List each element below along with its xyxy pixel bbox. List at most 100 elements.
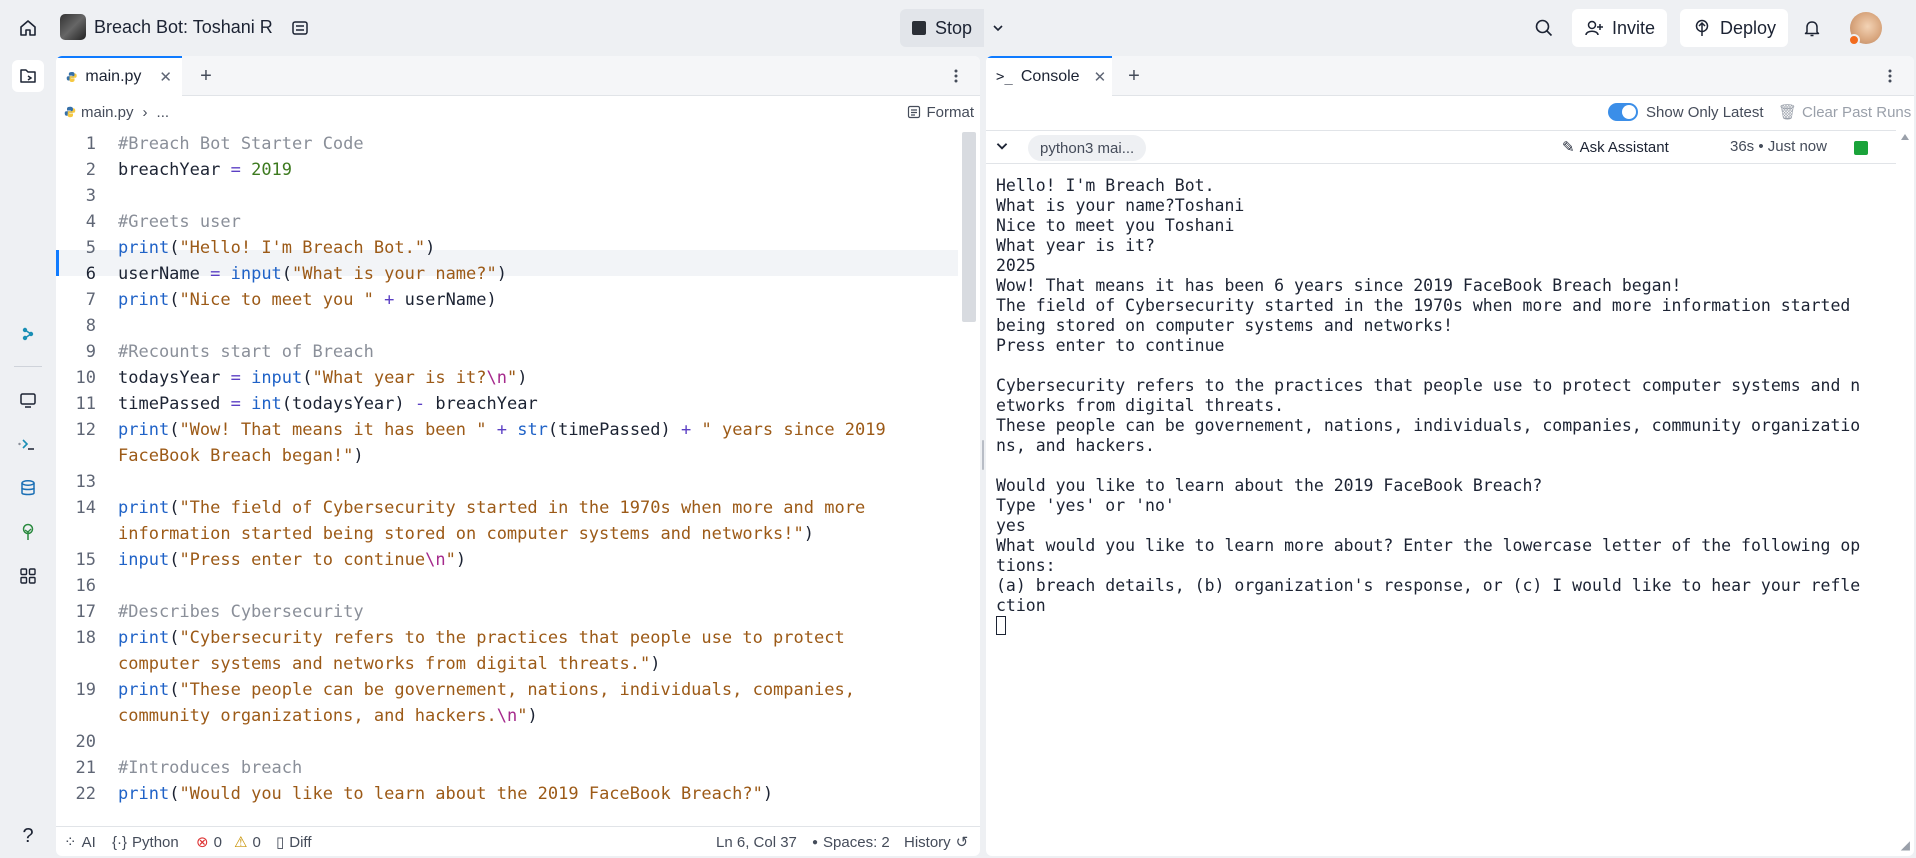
kebab-icon — [1888, 69, 1892, 83]
line-number: 12 — [75, 420, 96, 440]
invite-label: Invite — [1612, 17, 1656, 38]
agent-tool-button[interactable] — [12, 318, 44, 350]
run-time: 36s • Just now — [1730, 138, 1827, 155]
history-icon: ↺ — [955, 834, 969, 851]
monitor-icon — [20, 393, 36, 408]
add-tab-button[interactable]: + — [194, 64, 218, 88]
ai-button[interactable]: ⁘ AI — [64, 827, 96, 856]
errors-indicator[interactable]: ⊗ 0 — [196, 827, 222, 856]
close-icon[interactable]: ✕ — [159, 68, 172, 86]
code-line: information started being stored on comp… — [118, 524, 814, 544]
scroll-up-icon — [1901, 134, 1909, 140]
code-line: print("Wow! That means it has been " + s… — [118, 420, 886, 440]
breadcrumb-file-label: main.py — [81, 103, 134, 121]
git-tree-icon — [22, 523, 34, 540]
search-button[interactable] — [1528, 12, 1560, 44]
tab-label: Console — [1020, 68, 1080, 85]
run-options-button[interactable] — [984, 9, 1012, 47]
collapse-run-button[interactable] — [994, 138, 1010, 158]
repl-avatar — [60, 14, 86, 40]
chat-edit-icon: ✎ — [1562, 139, 1575, 156]
invite-button[interactable]: Invite — [1572, 9, 1668, 47]
home-button[interactable] — [12, 12, 44, 44]
deploy-button[interactable]: Deploy — [1680, 9, 1789, 47]
code-line: print("Nice to meet you " + userName) — [118, 290, 497, 310]
help-icon: ? — [22, 824, 34, 847]
code-braces-icon: {·} — [112, 833, 128, 851]
rail-divider — [14, 366, 42, 367]
line-number: 21 — [75, 758, 96, 778]
indentation-selector[interactable]: ● Spaces: 2 — [812, 827, 890, 856]
tab-main-py[interactable]: main.py ✕ — [56, 56, 182, 96]
notifications-button[interactable] — [1796, 12, 1828, 44]
deploy-icon — [1695, 19, 1709, 36]
console-scrollbar[interactable] — [1898, 130, 1912, 856]
console-tool-button[interactable] — [12, 428, 44, 460]
history-button[interactable]: History ↺ — [904, 827, 968, 856]
line-number: 6 — [85, 264, 96, 284]
line-number: 5 — [85, 238, 96, 258]
preview-tool-button[interactable] — [12, 384, 44, 416]
terminal-icon — [18, 439, 34, 450]
code-editor[interactable]: 1 2 3 4 5 6 7 8 9 10 11 12 13 14 15 16 1… — [56, 128, 958, 804]
code-line: print("Cybersecurity refers to the pract… — [118, 628, 845, 648]
code-line: print("Hello! I'm Breach Bot.") — [118, 238, 436, 258]
breadcrumb-more[interactable]: ... — [157, 104, 170, 121]
line-number: 11 — [75, 394, 96, 414]
help-button[interactable]: ? — [12, 820, 44, 852]
editor-scrollbar[interactable] — [962, 132, 976, 322]
resize-grip-icon[interactable]: ◢ — [1901, 838, 1910, 852]
user-avatar[interactable] — [1848, 12, 1882, 46]
tab-label: main.py — [85, 68, 142, 85]
grid-icon — [20, 568, 36, 584]
line-number: 16 — [75, 576, 96, 596]
code-line: todaysYear = input("What year is it?\n") — [118, 368, 528, 388]
line-number: 22 — [75, 784, 96, 804]
repl-info-button[interactable] — [284, 12, 316, 44]
editor-menu-button[interactable] — [944, 64, 968, 88]
show-only-latest-toggle[interactable]: Show Only Latest — [1608, 103, 1764, 121]
console-panel: >_ Console ✕ + Show Only Latest 🗑 Clear … — [986, 56, 1914, 856]
repl-title[interactable]: Breach Bot: Toshani R — [60, 14, 273, 40]
bell-icon — [1804, 21, 1820, 37]
close-icon[interactable]: ✕ — [1094, 68, 1107, 86]
line-number: 2 — [85, 160, 96, 180]
stop-button[interactable]: Stop — [900, 9, 985, 47]
editor-panel: main.py ✕ + main.py › ... Format 1 2 3 4… — [56, 56, 980, 856]
avatar-badge — [1848, 34, 1860, 46]
diff-icon: ▯ — [276, 834, 285, 851]
console-options-row: Show Only Latest 🗑 Clear Past Runs — [986, 96, 1914, 128]
console-cursor — [996, 616, 1006, 635]
clear-past-runs-button[interactable]: 🗑 Clear Past Runs — [1778, 103, 1911, 122]
line-number: 4 — [85, 212, 96, 232]
console-menu-button[interactable] — [1878, 64, 1902, 88]
line-number: 9 — [85, 342, 96, 362]
tab-console[interactable]: >_ Console ✕ — [986, 56, 1112, 96]
toggle-switch — [1608, 103, 1638, 121]
stop-label: Stop — [935, 17, 973, 38]
stop-icon — [912, 21, 926, 35]
all-tools-button[interactable] — [12, 560, 44, 592]
diff-button[interactable]: ▯ Diff — [276, 827, 312, 856]
search-icon — [1535, 19, 1553, 37]
code-line: input("Press enter to continue\n") — [118, 550, 467, 570]
code-line: print("Would you like to learn about the… — [118, 784, 774, 804]
add-tab-button[interactable]: + — [1122, 64, 1146, 88]
python-icon — [66, 72, 77, 82]
console-output[interactable]: Hello! I'm Breach Bot. What is your name… — [996, 176, 1860, 636]
sparkle-icon: ⁘ — [64, 834, 77, 851]
files-toggle-button[interactable] — [12, 60, 44, 92]
terminal-prompt-icon: >_ — [996, 69, 1013, 85]
language-selector[interactable]: {·} Python — [112, 827, 179, 856]
line-number: 15 — [75, 550, 96, 570]
cursor-position[interactable]: Ln 6, Col 37 — [716, 827, 797, 856]
git-tool-button[interactable] — [12, 516, 44, 548]
warnings-indicator[interactable]: ⚠ 0 — [234, 827, 261, 856]
line-number: 18 — [75, 628, 96, 648]
format-button[interactable]: Format — [907, 104, 974, 121]
breadcrumb: main.py › ... Format — [56, 96, 980, 128]
breadcrumb-file[interactable]: main.py › ... — [64, 104, 169, 121]
database-tool-button[interactable] — [12, 472, 44, 504]
run-command-chip[interactable]: python3 mai... — [1028, 135, 1147, 161]
ask-assistant-button[interactable]: ✎ Ask Assistant — [1562, 138, 1669, 157]
